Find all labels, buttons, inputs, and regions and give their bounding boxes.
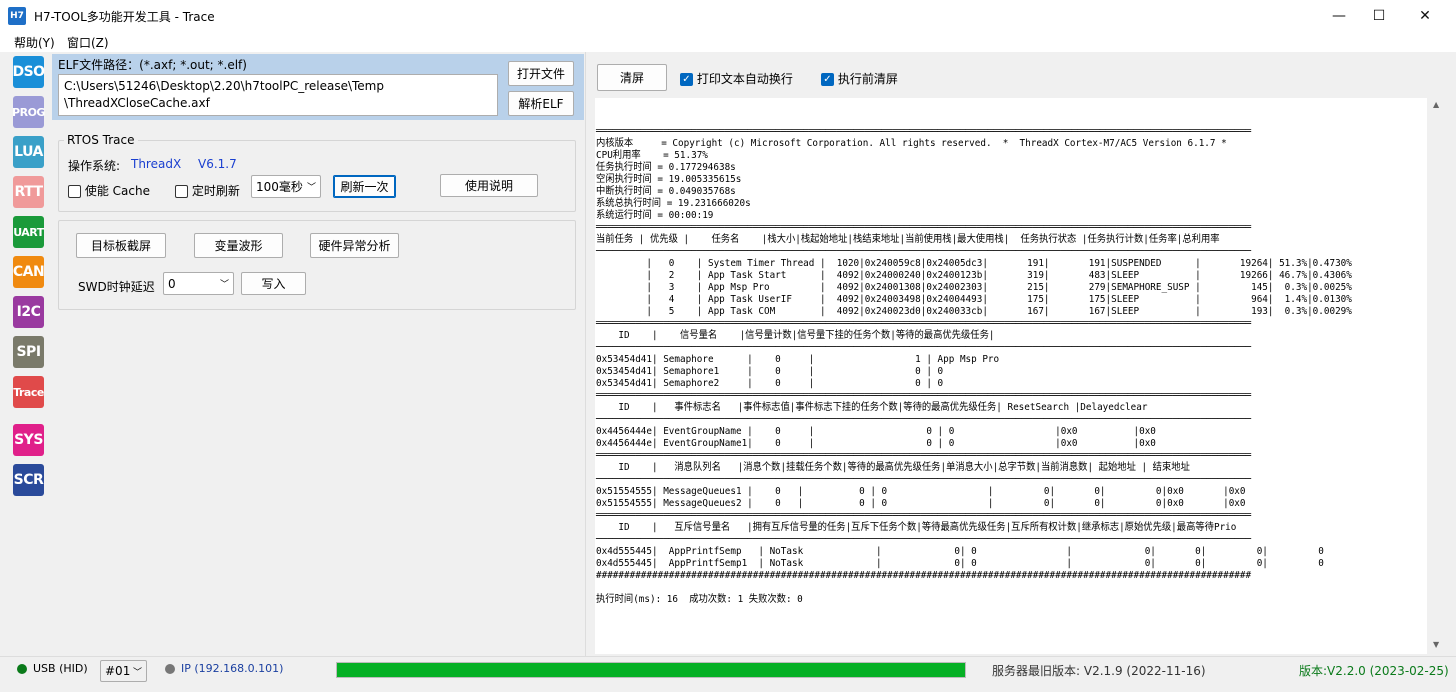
clear-screen-button[interactable]: 清屏 <box>597 64 667 91</box>
usb-status-icon <box>17 664 27 674</box>
elf-path-line1: C:\Users\51246\Desktop\2.20\h7toolPC_rel… <box>64 79 384 93</box>
swd-delay-label: SWD时钟延迟 <box>78 280 155 294</box>
ip-status: IP (192.168.0.101) <box>181 662 284 675</box>
window-title: H7-TOOL多功能开发工具 - Trace <box>34 10 215 24</box>
checkbox-icon <box>175 185 188 198</box>
menu-help[interactable]: 帮助(Y) <box>14 34 55 51</box>
maximize-button[interactable]: ☐ <box>1356 0 1402 32</box>
chevron-down-icon: ﹀ <box>132 667 142 678</box>
clear-before-checkbox[interactable]: ✓ 执行前清屏 <box>821 70 898 87</box>
output-text: ════════════════════════════════════════… <box>596 126 1352 605</box>
sidebar-i2c-button[interactable]: I2C <box>13 296 44 328</box>
close-button[interactable]: ✕ <box>1402 0 1448 32</box>
check-icon: ✓ <box>680 73 693 86</box>
title-bar: H7 H7-TOOL多功能开发工具 - Trace — ☐ ✕ <box>0 0 1456 32</box>
enable-cache-checkbox[interactable]: 使能 Cache <box>68 182 150 199</box>
parse-elf-button[interactable]: 解析ELF <box>508 91 574 116</box>
usb-status: USB (HID) <box>33 662 88 675</box>
fault-analysis-button[interactable]: 硬件异常分析 <box>310 233 399 258</box>
swd-delay-value: 0 <box>168 276 176 291</box>
progress-fill <box>337 663 965 677</box>
sidebar-uart-button[interactable]: UART <box>13 216 44 248</box>
usage-help-button[interactable]: 使用说明 <box>440 174 538 197</box>
os-version: V6.1.7 <box>198 157 237 171</box>
output-textarea[interactable]: ════════════════════════════════════════… <box>595 98 1427 654</box>
scroll-up-icon[interactable]: ▲ <box>1433 100 1439 109</box>
target-screenshot-button[interactable]: 目标板截屏 <box>76 233 166 258</box>
ip-status-icon <box>165 664 175 674</box>
timer-refresh-label: 定时刷新 <box>191 184 240 198</box>
os-label: 操作系统: <box>68 159 121 173</box>
sidebar-spi-button[interactable]: SPI <box>13 336 44 368</box>
autowrap-label: 打印文本自动换行 <box>696 72 793 86</box>
sidebar-sys-button[interactable]: SYS <box>13 424 44 456</box>
checkbox-icon <box>68 185 81 198</box>
port-value: #01 <box>105 664 131 678</box>
chevron-down-icon: ﹀ <box>219 280 229 290</box>
rtos-trace-title: RTOS Trace <box>64 133 138 147</box>
progress-bar <box>336 662 966 678</box>
output-scrollbar[interactable]: ▲ ▼ <box>1430 98 1444 654</box>
refresh-once-button[interactable]: 刷新一次 <box>333 175 396 198</box>
interval-select[interactable]: 100毫秒 ﹀ <box>251 175 321 198</box>
interval-value: 100毫秒 <box>256 180 303 194</box>
elf-path-label: ELF文件路径：(*.axf; *.out; *.elf) <box>58 58 247 72</box>
server-version: 服务器最旧版本: V2.1.9 (2022-11-16) <box>992 664 1206 678</box>
open-file-button[interactable]: 打开文件 <box>508 61 574 86</box>
write-button[interactable]: 写入 <box>241 272 306 295</box>
scroll-down-icon[interactable]: ▼ <box>1433 640 1439 649</box>
sidebar-dso-button[interactable]: DSO <box>12 56 45 88</box>
swd-delay-select[interactable]: 0 ﹀ <box>163 272 234 295</box>
clear-before-label: 执行前清屏 <box>837 72 898 86</box>
sidebar-trace-button[interactable]: Trace <box>13 376 44 408</box>
elf-path-field[interactable]: C:\Users\51246\Desktop\2.20\h7toolPC_rel… <box>58 74 498 116</box>
chevron-down-icon: ﹀ <box>306 183 316 193</box>
app-version: 版本:V2.2.0 (2023-02-25) <box>1299 664 1449 678</box>
menu-bar <box>0 32 1456 52</box>
app-icon: H7 <box>8 7 26 25</box>
enable-cache-label: 使能 Cache <box>84 184 150 198</box>
port-select[interactable]: #01 ﹀ <box>100 660 147 682</box>
sidebar-prog-button[interactable]: PROG <box>12 96 45 128</box>
sidebar-lua-button[interactable]: LUA <box>13 136 44 168</box>
menu-window[interactable]: 窗口(Z) <box>67 34 109 51</box>
sidebar-scr-button[interactable]: SCR <box>13 464 44 496</box>
timer-refresh-checkbox[interactable]: 定时刷新 <box>175 182 240 199</box>
elf-path-line2: \ThreadXCloseCache.axf <box>64 96 210 110</box>
os-value: ThreadX <box>131 157 182 171</box>
sidebar-can-button[interactable]: CAN <box>13 256 45 288</box>
sidebar-rtt-button[interactable]: RTT <box>13 176 44 208</box>
check-icon: ✓ <box>821 73 834 86</box>
autowrap-checkbox[interactable]: ✓ 打印文本自动换行 <box>680 70 793 87</box>
variable-waveform-button[interactable]: 变量波形 <box>194 233 283 258</box>
